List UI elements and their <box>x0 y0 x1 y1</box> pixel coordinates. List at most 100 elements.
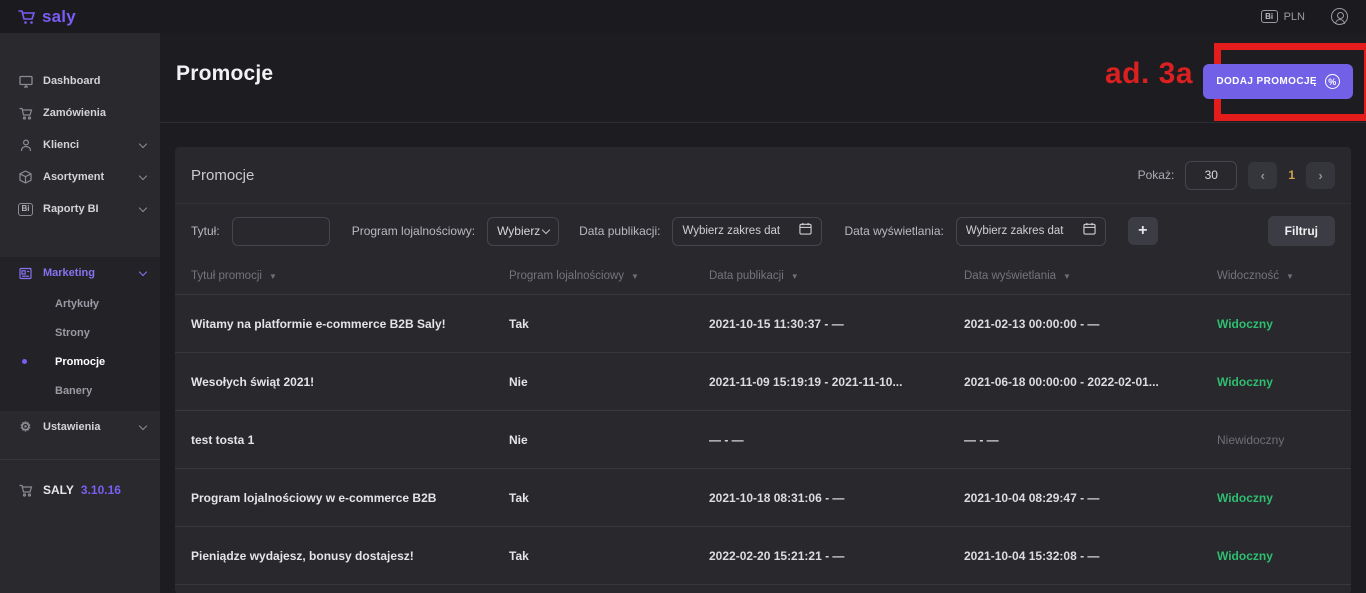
page-size-input[interactable] <box>1185 161 1237 190</box>
cell-display-date: — - — <box>964 433 1217 447</box>
loyalty-filter-select[interactable]: Wybierz <box>487 217 559 246</box>
publish-date-range-input[interactable]: Wybierz zakres dat <box>672 217 822 246</box>
column-header-label: Data wyświetlania <box>964 270 1056 282</box>
sidebar-item-zamowienia[interactable]: Zamówienia <box>0 97 160 129</box>
annotation-ad-3a: ad. 3a <box>1105 57 1193 91</box>
column-header-display-date: Data wyświetlania ▼ <box>964 270 1217 282</box>
next-page-button[interactable]: › <box>1306 162 1335 189</box>
sidebar-subitem-banery[interactable]: Banery <box>0 376 160 405</box>
sort-icon[interactable]: ▼ <box>269 272 277 281</box>
cell-publish-date: — - — <box>709 433 964 447</box>
gear-icon: ⚙ <box>18 419 33 435</box>
cell-visibility: Widoczny <box>1217 317 1351 331</box>
column-header-publish-date: Data publikacji ▼ <box>709 270 964 282</box>
filter-button[interactable]: Filtruj <box>1268 216 1335 246</box>
chevron-down-icon <box>139 139 147 147</box>
table-row[interactable]: Program lojalnościowy w e-commerce B2B T… <box>175 468 1351 526</box>
column-header-loyalty: Program lojalnościowy ▼ <box>509 270 709 282</box>
logo-text: saly <box>42 7 76 27</box>
display-date-placeholder: Wybierz zakres dat <box>966 225 1064 237</box>
add-promotion-button[interactable]: DODAJ PROMOCJĘ % <box>1203 64 1353 99</box>
filter-bar: Tytuł: Program lojalnościowy: Wybierz Da… <box>175 204 1351 258</box>
publish-date-filter-label: Data publikacji: <box>579 224 660 238</box>
cell-visibility: Niewidoczny <box>1217 433 1351 447</box>
sidebar-item-label: Marketing <box>43 267 140 279</box>
cell-title: Pieniądze wydajesz, bonusy dostajesz! <box>175 549 509 563</box>
cell-publish-date: 2021-10-18 08:31:06 - — <box>709 491 964 505</box>
loyalty-filter-value: Wybierz <box>497 224 540 238</box>
marketing-section: Marketing Artykuły Strony Promocje Baner… <box>0 257 160 411</box>
cell-publish-date: 2021-10-15 11:30:37 - — <box>709 317 964 331</box>
monitor-icon <box>18 75 33 88</box>
sidebar-item-dashboard[interactable]: Dashboard <box>0 65 160 97</box>
sidebar-item-raporty-bi[interactable]: Bi Raporty BI <box>0 193 160 225</box>
loyalty-filter-label: Program lojalnościowy: <box>352 224 475 238</box>
table-row[interactable]: Witamy na platformie e-commerce B2B Saly… <box>175 294 1351 352</box>
prev-page-button[interactable]: ‹ <box>1248 162 1277 189</box>
user-avatar-icon[interactable] <box>1331 8 1348 25</box>
bi-reports-icon: Bi <box>18 203 33 216</box>
sort-icon[interactable]: ▼ <box>1063 272 1071 281</box>
main-content: Promocje ad. 3a DODAJ PROMOCJĘ % Promocj… <box>160 33 1366 593</box>
sidebar-item-marketing[interactable]: Marketing <box>0 257 160 289</box>
title-filter-input[interactable] <box>232 217 330 246</box>
table-row[interactable]: Pieniądze wydajesz, bonusy dostajesz! Ta… <box>175 526 1351 584</box>
chevron-down-icon <box>139 171 147 179</box>
display-date-range-input[interactable]: Wybierz zakres dat <box>956 217 1106 246</box>
sidebar-item-klienci[interactable]: Klienci <box>0 129 160 161</box>
cart-icon <box>18 484 33 497</box>
calendar-icon <box>1083 222 1096 240</box>
card-title: Promocje <box>191 167 254 184</box>
sidebar-subitem-label: Artykuły <box>55 298 99 310</box>
page-title: Promocje <box>176 62 273 86</box>
publish-date-placeholder: Wybierz zakres dat <box>682 225 780 237</box>
column-header-label: Data publikacji <box>709 270 784 282</box>
cell-display-date: 2021-10-04 08:29:47 - — <box>964 491 1217 505</box>
sidebar-item-asortyment[interactable]: Asortyment <box>0 161 160 193</box>
column-header-label: Program lojalnościowy <box>509 270 624 282</box>
table-row[interactable]: test tosta 1 Nie — - — — - — Niewidoczny <box>175 410 1351 468</box>
currency-selector[interactable]: Bi PLN <box>1261 10 1305 23</box>
cell-publish-date: 2022-02-20 15:21:21 - — <box>709 549 964 563</box>
sidebar-item-label: Zamówienia <box>43 107 146 119</box>
cell-display-date: 2021-10-04 15:32:08 - — <box>964 549 1217 563</box>
cell-loyalty: Nie <box>509 433 709 447</box>
sort-icon[interactable]: ▼ <box>791 272 799 281</box>
title-filter-label: Tytuł: <box>191 224 220 238</box>
sidebar-subitem-artykuly[interactable]: Artykuły <box>0 289 160 318</box>
calendar-icon <box>799 222 812 240</box>
chevron-down-icon <box>139 267 147 275</box>
person-icon <box>18 139 33 152</box>
chevron-down-icon <box>542 226 550 234</box>
sidebar: Dashboard Zamówienia Klienci Asortyment <box>0 33 160 593</box>
sidebar-subitem-label: Banery <box>55 385 92 397</box>
add-filter-button[interactable]: + <box>1128 217 1158 245</box>
current-page-number: 1 <box>1288 168 1295 182</box>
sidebar-subitem-strony[interactable]: Strony <box>0 318 160 347</box>
currency-code: PLN <box>1284 11 1305 23</box>
cell-visibility: Widoczny <box>1217 549 1351 563</box>
pagination: Pokaż: ‹ 1 › <box>1138 161 1335 190</box>
column-header-label: Tytuł promocji <box>191 270 262 282</box>
sidebar-item-label: Asortyment <box>43 171 140 183</box>
sidebar-subitem-promocje[interactable]: Promocje <box>0 347 160 376</box>
sidebar-item-ustawienia[interactable]: ⚙ Ustawienia <box>0 411 160 443</box>
cell-visibility: Widoczny <box>1217 375 1351 389</box>
package-icon <box>18 170 33 184</box>
cell-publish-date: 2021-11-09 15:19:19 - 2021-11-10... <box>709 375 964 389</box>
column-header-label: Widoczność <box>1217 270 1279 282</box>
sort-icon[interactable]: ▼ <box>631 272 639 281</box>
cell-display-date: 2021-02-13 00:00:00 - — <box>964 317 1217 331</box>
cell-title: Wesołych świąt 2021! <box>175 375 509 389</box>
column-header-title: Tytuł promocji ▼ <box>175 270 509 282</box>
table-row[interactable]: Wesołych świąt 2021! Nie 2021-11-09 15:1… <box>175 352 1351 410</box>
sidebar-subitem-label: Strony <box>55 327 90 339</box>
sort-icon[interactable]: ▼ <box>1286 272 1294 281</box>
cell-display-date: 2021-06-18 00:00:00 - 2022-02-01... <box>964 375 1217 389</box>
page-size-label: Pokaż: <box>1138 168 1175 182</box>
currency-icon: Bi <box>1261 10 1278 23</box>
topbar: saly Bi PLN <box>0 0 1366 33</box>
app-logo[interactable]: saly <box>18 7 76 27</box>
page-header: Promocje ad. 3a DODAJ PROMOCJĘ % <box>160 33 1366 123</box>
cell-title: test tosta 1 <box>175 433 509 447</box>
